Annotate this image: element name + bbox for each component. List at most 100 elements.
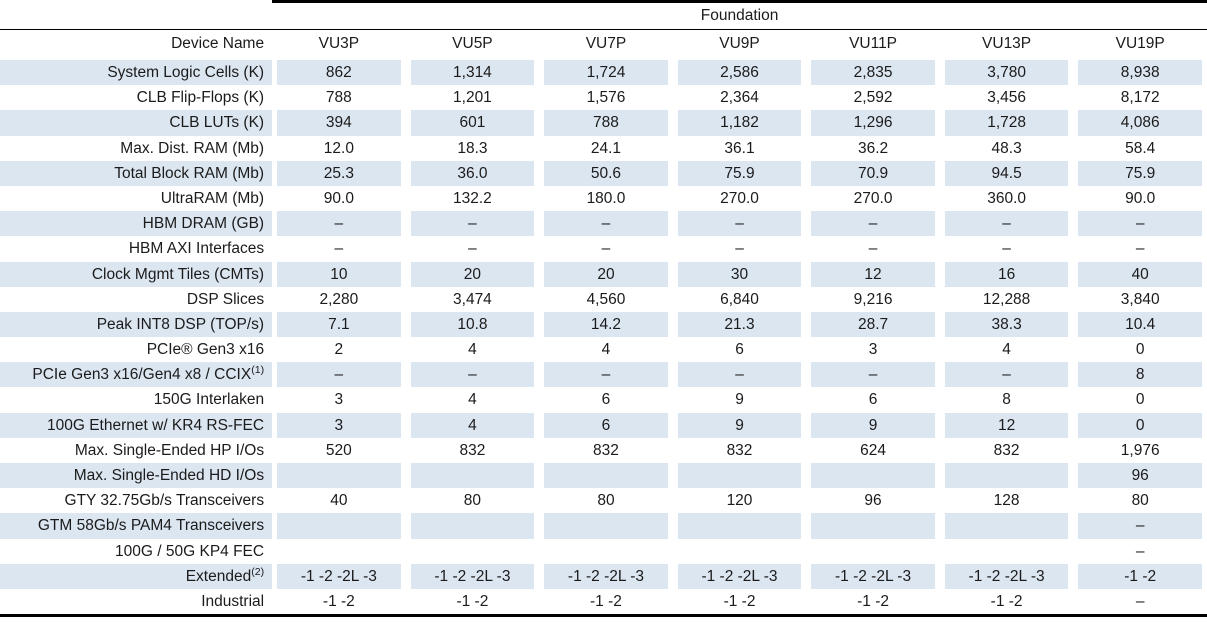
cell-value: 832 xyxy=(544,437,668,463)
table-row: Peak INT8 DSP (TOP/s) 7.1 10.8 14.2 21.3 28.7… xyxy=(0,311,1207,338)
cell-value xyxy=(944,538,1069,564)
cell-value: 10 xyxy=(277,261,401,287)
cell-vu7p: 50.6 xyxy=(539,160,673,186)
cell-value: – xyxy=(277,211,401,237)
cell-vu11p: 12 xyxy=(806,261,940,287)
cell-vu19p: 1,976 xyxy=(1073,437,1207,463)
column-header-vu7p: VU7P xyxy=(539,29,673,60)
group-header-foundation: Foundation xyxy=(272,0,1207,30)
cell-value: 862 xyxy=(277,60,401,86)
cell-vu13p xyxy=(940,463,1074,489)
cell-value: 50.6 xyxy=(544,160,668,186)
cell-value: 6 xyxy=(811,387,935,413)
cell-value: 832 xyxy=(410,437,535,463)
cell-value: -1 -2 -2L -3 xyxy=(277,563,401,589)
cell-value: 832 xyxy=(677,437,802,463)
cell-value: 4,560 xyxy=(544,286,668,312)
cell-vu11p xyxy=(806,513,940,539)
cell-vu13p: – xyxy=(940,362,1074,388)
cell-vu9p xyxy=(673,538,807,564)
cell-value: – xyxy=(1078,588,1202,615)
cell-value: 30 xyxy=(677,261,802,287)
cell-vu5p: – xyxy=(406,211,540,237)
cell-value: 3 xyxy=(811,337,935,363)
cell-value: -1 -2 xyxy=(410,588,535,615)
cell-value: – xyxy=(944,211,1069,237)
cell-vu19p: – xyxy=(1073,513,1207,539)
cell-value: -1 -2 -2L -3 xyxy=(677,563,802,589)
cell-vu9p: 6 xyxy=(673,337,807,363)
cell-vu5p: 20 xyxy=(406,261,540,287)
cell-vu5p: 80 xyxy=(406,488,540,514)
cell-value: 3,456 xyxy=(944,85,1069,111)
cell-value: 8 xyxy=(944,387,1069,413)
cell-value: – xyxy=(811,362,935,388)
cell-vu9p: 9 xyxy=(673,387,807,413)
table-row: HBM AXI Interfaces – – – – – – – xyxy=(0,236,1207,262)
cell-vu7p: – xyxy=(539,236,673,262)
cell-vu3p: 10 xyxy=(272,261,406,287)
cell-value: -1 -2 xyxy=(277,588,401,615)
row-label-text: HBM AXI Interfaces xyxy=(0,236,273,262)
table-row: UltraRAM (Mb) 90.0 132.2 180.0 270.0 270.0 360… xyxy=(0,185,1207,212)
cell-value: 3 xyxy=(277,412,401,438)
cell-value: 12 xyxy=(811,261,935,287)
table-body: Foundation Device Name VU3P VU5P VU7P VU9P VU1… xyxy=(0,0,1207,618)
cell-value: 8,172 xyxy=(1078,85,1202,111)
column-header-vu13p: VU13P xyxy=(939,29,1074,60)
cell-value: 24.1 xyxy=(544,135,668,161)
cell-value: 3 xyxy=(277,387,401,413)
cell-value xyxy=(677,513,802,539)
row-label-text: UltraRAM (Mb) xyxy=(0,185,273,212)
cell-value: 1,976 xyxy=(1078,437,1202,463)
cell-vu19p: 75.9 xyxy=(1073,160,1207,186)
table-row: Clock Mgmt Tiles (CMTs) 10 20 20 30 12 16 40 xyxy=(0,261,1207,287)
row-label-footnote-marker: (2) xyxy=(251,565,265,578)
cell-value xyxy=(677,538,802,564)
cell-value: – xyxy=(811,211,935,237)
cell-value: 36.0 xyxy=(410,160,535,186)
row-label: CLB LUTs (K) xyxy=(0,110,273,136)
cell-vu3p: 2,280 xyxy=(272,286,406,312)
cell-vu11p: 9,216 xyxy=(806,286,940,312)
cell-vu9p: -1 -2 xyxy=(672,588,807,618)
cell-vu3p: 3 xyxy=(272,412,406,438)
cell-value: 4 xyxy=(410,412,535,438)
cell-value: 3,780 xyxy=(944,60,1069,86)
cell-value: 12,288 xyxy=(944,286,1069,312)
row-label: Clock Mgmt Tiles (CMTs) xyxy=(0,261,273,287)
cell-vu7p: 20 xyxy=(539,261,673,287)
cell-vu7p: 14.2 xyxy=(539,311,673,338)
cell-value: 1,201 xyxy=(410,85,535,111)
cell-vu11p: 96 xyxy=(806,488,940,514)
cell-value: – xyxy=(544,236,668,262)
cell-vu11p: -1 -2 xyxy=(806,588,940,618)
cell-vu9p xyxy=(673,463,807,489)
cell-value xyxy=(410,463,535,489)
cell-value: -1 -2 xyxy=(1078,563,1202,589)
row-label: CLB Flip-Flops (K) xyxy=(0,85,273,111)
cell-value: 132.2 xyxy=(410,185,535,212)
cell-value xyxy=(677,463,802,489)
cell-vu3p: 12.0 xyxy=(272,135,406,161)
cell-vu9p: – xyxy=(673,211,807,237)
cell-vu7p: 4 xyxy=(539,337,673,363)
cell-vu19p: – xyxy=(1073,211,1207,237)
cell-value: 394 xyxy=(277,110,401,136)
cell-vu5p: 4 xyxy=(406,387,540,413)
table-row: Max. Dist. RAM (Mb) 12.0 18.3 24.1 36.1 36.2 4… xyxy=(0,135,1207,161)
cell-value: 4,086 xyxy=(1078,110,1202,136)
cell-vu11p: 624 xyxy=(806,437,940,463)
cell-vu13p: 3,780 xyxy=(940,60,1074,86)
cell-vu11p: -1 -2 -2L -3 xyxy=(806,563,940,589)
column-header-vu19p: VU19P xyxy=(1073,29,1207,60)
cell-vu13p: 4 xyxy=(940,337,1074,363)
row-label: Peak INT8 DSP (TOP/s) xyxy=(0,311,273,338)
cell-value: 624 xyxy=(811,437,935,463)
cell-vu7p: – xyxy=(539,211,673,237)
cell-vu11p: 28.7 xyxy=(806,311,940,338)
row-label: UltraRAM (Mb) xyxy=(0,185,273,212)
cell-vu19p: 8,172 xyxy=(1073,85,1207,111)
cell-vu3p xyxy=(272,538,406,564)
row-label: Max. Single-Ended HP I/Os xyxy=(0,437,273,463)
